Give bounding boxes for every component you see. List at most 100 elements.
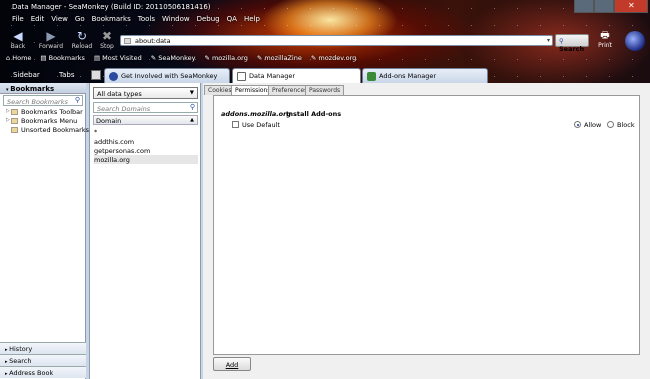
domain-row-selected[interactable]: mozilla.org (94, 155, 198, 164)
menu-help[interactable]: Help (244, 15, 260, 27)
tab-bar: Sidebar Tabs Get Involved with SeaMonkey… (0, 67, 650, 83)
sidebar-header[interactable]: ▾ Bookmarks (0, 83, 86, 94)
bookmark-mozdev-org[interactable]: ✎ mozdev.org (311, 54, 356, 66)
menu-bar: File Edit View Go Bookmarks Tools Window… (0, 15, 260, 27)
bookmark-label: SeaMonkey (158, 54, 196, 62)
bookmark-mozillazine[interactable]: ✎ mozillaZine (257, 54, 302, 66)
domain-row[interactable]: addthis.com (94, 137, 198, 146)
site-identity-icon (124, 38, 131, 44)
back-arrow-icon: ◀ (13, 29, 23, 43)
sidebar-item-bookmarks-menu[interactable]: ▷ Bookmarks Menu (6, 117, 77, 126)
sort-up-icon: ▲ (190, 117, 194, 123)
search-icon: ⚲ (559, 37, 564, 45)
new-tab-icon[interactable] (91, 70, 101, 80)
minimize-button[interactable] (574, 0, 594, 13)
stop-button[interactable]: ✖ Stop (93, 28, 121, 50)
tab-label: Data Manager (249, 72, 296, 80)
tab-data-manager[interactable]: Data Manager (232, 68, 361, 83)
sidebar-item-label: Bookmarks Toolbar (21, 108, 83, 116)
permissions-list: addons.mozilla.org Install Add-ons Use D… (213, 95, 640, 355)
document-icon (237, 72, 246, 81)
bookmarks-toolbar: ⌂ Home ▤ Bookmarks ▤ Most Visited ✎ SeaM… (0, 54, 650, 66)
bookmarks-search-input[interactable]: Search Bookmarks ⚲ (3, 95, 83, 106)
folder-icon: ▤ (93, 54, 103, 62)
domain-pane: All data types ▼ Search Domains ⚲ Domain… (89, 83, 201, 379)
bookmark-home[interactable]: ⌂ Home (6, 54, 31, 66)
menu-edit[interactable]: Edit (31, 15, 45, 27)
browser-chrome: Data Manager - SeaMonkey (Build ID: 2011… (0, 0, 650, 83)
allow-radio[interactable]: Allow (574, 121, 601, 129)
expand-icon: ▷ (6, 108, 10, 114)
close-icon: ✕ (628, 1, 635, 10)
navigation-toolbar: ◀ Back ▶ Forward ↻ Reload ✖ Stop about:d… (0, 28, 650, 54)
url-text: about:data (135, 37, 171, 45)
sidebar-panel-address-book[interactable]: ▸ Address Book (0, 366, 86, 378)
maximize-button[interactable] (594, 0, 614, 13)
url-dropdown-icon[interactable]: ▾ (547, 37, 550, 44)
folder-icon (11, 118, 18, 124)
sidebar-tab-tabs[interactable]: Tabs (56, 69, 78, 83)
add-label: Add (225, 361, 239, 369)
back-label: Back (10, 43, 26, 50)
data-type-select[interactable]: All data types ▼ (93, 87, 198, 99)
bookmark-seamonkey[interactable]: ✎ SeaMonkey (151, 54, 196, 66)
search-button[interactable]: ⚲ Search (555, 34, 589, 53)
close-button[interactable]: ✕ (614, 0, 648, 13)
puzzle-icon (367, 72, 376, 81)
throbber-icon[interactable] (625, 31, 645, 51)
menu-debug[interactable]: Debug (197, 15, 220, 27)
reload-icon: ↻ (76, 29, 88, 43)
block-radio[interactable]: Block (607, 121, 635, 129)
printer-icon: 🖶 (600, 30, 610, 41)
sidebar-tab-sidebar[interactable]: Sidebar (10, 69, 43, 83)
bookmark-bookmarks[interactable]: ▤ Bookmarks (40, 54, 85, 66)
bookmark-most-visited[interactable]: ▤ Most Visited (94, 54, 142, 66)
search-label: Search (559, 45, 585, 53)
print-label: Print (598, 42, 612, 49)
bookmarks-search-placeholder: Search Bookmarks (7, 98, 68, 106)
tab-get-involved[interactable]: Get Involved with SeaMonkey (104, 68, 230, 83)
menu-file[interactable]: File (12, 15, 24, 27)
bookmark-mozilla-org[interactable]: ✎ mozilla.org (204, 54, 247, 66)
bookmark-label: mozdev.org (318, 54, 357, 62)
menu-tools[interactable]: Tools (138, 15, 155, 27)
search-icon: ⚲ (189, 103, 195, 111)
sidebar-item-unsorted-bookmarks[interactable]: Unsorted Bookmarks (6, 126, 89, 135)
menu-view[interactable]: View (51, 15, 68, 27)
domain-row[interactable]: getpersonas.com (94, 146, 198, 155)
sidebar-item-bookmarks-toolbar[interactable]: ▷ Bookmarks Toolbar (6, 108, 83, 117)
reload-button[interactable]: ↻ Reload (68, 28, 96, 50)
menu-go[interactable]: Go (75, 15, 85, 27)
block-label: Block (617, 121, 635, 129)
forward-arrow-icon: ▶ (46, 29, 56, 43)
domain-row[interactable]: * (94, 127, 198, 136)
domain-column-header[interactable]: Domain ▲ (93, 115, 198, 125)
url-input[interactable]: about:data ▾ (120, 35, 553, 46)
menu-window[interactable]: Window (162, 15, 190, 27)
domain-search-placeholder: Search Domains (97, 105, 151, 113)
seamonkey-icon (109, 72, 118, 81)
forward-button[interactable]: ▶ Forward (37, 28, 65, 50)
tab-label: Add-ons Manager (379, 72, 437, 80)
folder-icon: ▤ (40, 54, 49, 62)
sidebar-panel-history[interactable]: ▸ History (0, 342, 86, 354)
tab-passwords[interactable]: Passwords (305, 85, 345, 95)
print-button[interactable]: 🖶 Print (594, 30, 616, 49)
menu-qa[interactable]: QA (227, 15, 237, 27)
add-button[interactable]: Add (213, 357, 251, 371)
domain-search-input[interactable]: Search Domains ⚲ (93, 102, 198, 113)
stop-label: Stop (100, 43, 114, 50)
sidebar-panel-search[interactable]: ▸ Search (0, 354, 86, 366)
allow-label: Allow (584, 121, 602, 129)
permission-name: Install Add-ons (286, 110, 342, 118)
menu-bookmarks[interactable]: Bookmarks (92, 15, 131, 27)
back-button[interactable]: ◀ Back (4, 28, 32, 50)
use-default-checkbox[interactable]: Use Default (232, 121, 280, 129)
radio-icon (607, 121, 614, 128)
bookmark-icon: ✎ (204, 54, 212, 62)
sidebar-panel-label: History (9, 345, 33, 353)
tab-addons-manager[interactable]: Add-ons Manager (362, 68, 488, 83)
search-icon: ⚲ (74, 96, 80, 104)
bookmark-label: Home (12, 54, 32, 62)
folder-icon (11, 127, 18, 133)
